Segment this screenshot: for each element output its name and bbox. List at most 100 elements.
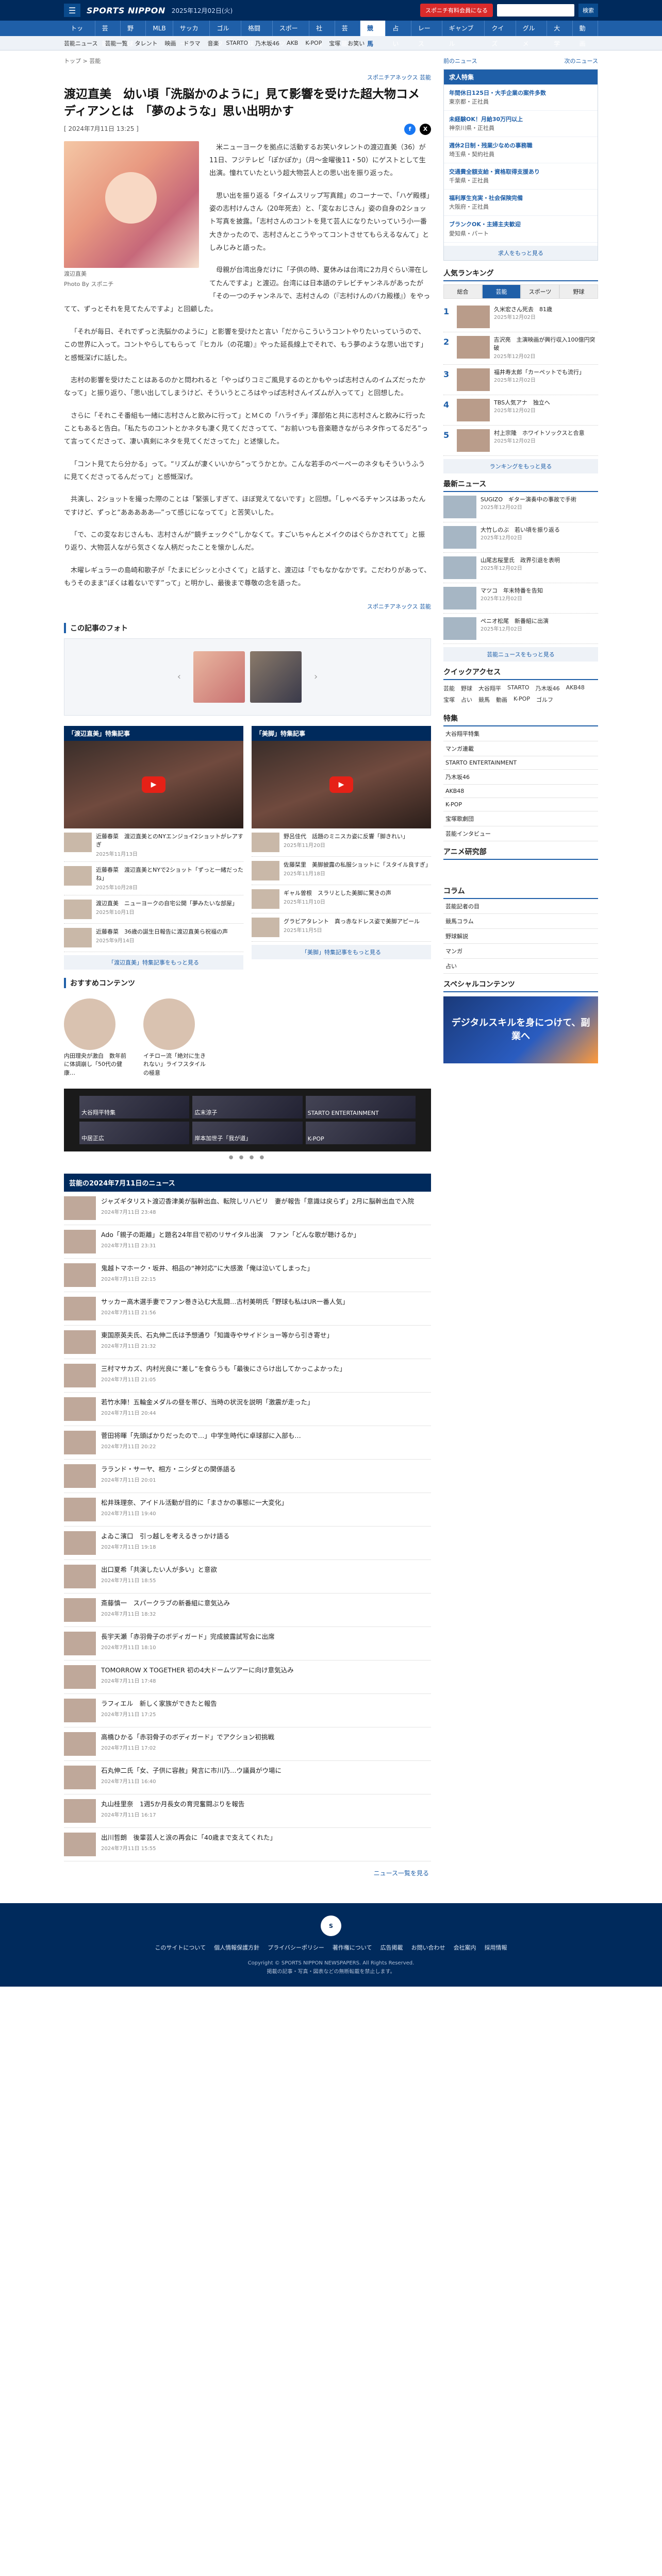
- news-item-thumb[interactable]: [64, 1364, 96, 1388]
- subnav-item[interactable]: 映画: [164, 39, 176, 47]
- recommend-item[interactable]: イチロー流「絶対に生きれない」ライフスタイルの極意: [143, 998, 210, 1078]
- feature-item-thumb[interactable]: [64, 899, 92, 919]
- feature-item-thumb[interactable]: [64, 866, 92, 886]
- carousel-item[interactable]: 広末涼子: [192, 1096, 303, 1119]
- nav-item[interactable]: 社会: [309, 21, 335, 47]
- news-item[interactable]: 東国原英夫氏、石丸伸二氏は予想通り「知識寺やサイドショー等から引き寄せ」 2024…: [64, 1326, 431, 1360]
- latest-news-title[interactable]: 山尾志桜里氏 政界引退を表明: [481, 556, 560, 565]
- feature-link[interactable]: マンガ連載: [443, 741, 598, 756]
- news-item-title[interactable]: 斎藤慎一 スパークラブの新番組に意気込み: [101, 1598, 230, 1608]
- news-item-title[interactable]: ラランド・サーヤ、相方・ニシダとの関係語る: [101, 1464, 236, 1474]
- latest-news-item[interactable]: ペニオ松尾 新番組に出演 2025年12月02日: [443, 614, 598, 644]
- gallery-thumb[interactable]: [193, 651, 245, 703]
- nav-item[interactable]: スポーツ: [273, 21, 310, 47]
- nav-item[interactable]: グルメ: [516, 21, 548, 47]
- job-title[interactable]: 未経験OK！月給30万円以上: [449, 115, 592, 124]
- feature-item[interactable]: ギャル曽根 スラリとした美脚に驚きの声 2025年11月10日: [252, 885, 431, 913]
- subnav-item[interactable]: 音楽: [207, 39, 219, 47]
- footer-logo-icon[interactable]: S: [321, 1916, 341, 1937]
- column-link[interactable]: 競馬コラム: [443, 914, 598, 929]
- latest-news-thumb[interactable]: [443, 526, 476, 549]
- nav-item[interactable]: ゴルフ: [210, 21, 242, 47]
- news-item-thumb[interactable]: [64, 1230, 96, 1254]
- news-item-thumb[interactable]: [64, 1732, 96, 1756]
- news-item[interactable]: 丸山桂里奈 1週5か月長女の育児奮闘ぶりを報告 2024年7月11日 16:17: [64, 1794, 431, 1828]
- subnav-item[interactable]: 芸能一覧: [105, 39, 127, 47]
- column-link[interactable]: 芸能記者の目: [443, 899, 598, 914]
- latest-news-title[interactable]: 大竹しのぶ 若い頃を振り返る: [481, 526, 560, 535]
- nav-item[interactable]: 芸能: [335, 21, 360, 47]
- feature-link[interactable]: 乃木坂46: [443, 770, 598, 785]
- jobs-more-link[interactable]: 求人をもっと見る: [444, 245, 598, 260]
- job-item[interactable]: 交通費全額支給・資格取得支援あり 千葉県・正社員: [444, 163, 598, 190]
- subnav-item[interactable]: AKB: [287, 40, 298, 46]
- news-item[interactable]: 斎藤慎一 スパークラブの新番組に意気込み 2024年7月11日 18:32: [64, 1594, 431, 1628]
- menu-icon[interactable]: ☰: [64, 4, 80, 17]
- job-title[interactable]: 交通費全額支給・資格取得支援あり: [449, 167, 592, 176]
- footer-link[interactable]: 採用情報: [485, 1943, 507, 1952]
- feature-item[interactable]: 近藤春菜 36歳の誕生日報告に渡辺直美ら祝福の声 2025年9月14日: [64, 924, 243, 952]
- feature-link[interactable]: 大谷翔平特集: [443, 726, 598, 741]
- job-item[interactable]: 年間休日125日・大手企業の案件多数 東京都・正社員: [444, 84, 598, 111]
- play-icon[interactable]: ▶: [329, 776, 353, 793]
- news-item[interactable]: 石丸伸二氏「女、子供に容赦」発言に市川乃…ウ議員がウ場に 2024年7月11日 1…: [64, 1761, 431, 1795]
- news-item-title[interactable]: ラフィエル 新しく家族ができたと報告: [101, 1699, 217, 1708]
- news-item-title[interactable]: 石丸伸二氏「女、子供に容赦」発言に市川乃…ウ議員がウ場に: [101, 1766, 282, 1775]
- job-title[interactable]: 週休2日制・残業少なめの事務職: [449, 141, 592, 150]
- news-item[interactable]: TOMORROW X TOGETHER 初の4大ドームツアーに向け意気込み 202…: [64, 1660, 431, 1694]
- carousel-item[interactable]: 岸本加世子「我が道」: [192, 1122, 303, 1145]
- news-item-title[interactable]: 松井珠理奈、アイドル活動が目的に「まさかの事態に一大変化」: [101, 1498, 288, 1507]
- ranking-title[interactable]: 福井寿太郎「カーペットでも流行」: [494, 368, 585, 377]
- news-item-title[interactable]: 若竹水陣！五輪金メダルの昼を帯び、当時の状況を説明「激震が走った」: [101, 1397, 314, 1407]
- ranking-title[interactable]: 吉沢亮 主演映画が興行収入100億円突破: [494, 336, 598, 353]
- news-item-thumb[interactable]: [64, 1598, 96, 1622]
- news-item-thumb[interactable]: [64, 1464, 96, 1488]
- feature-item-title[interactable]: 近藤春菜 渡辺直美とNYで2ショット「ずっと一緒だったね」: [96, 866, 243, 883]
- recommend-title[interactable]: イチロー流「絶対に生きれない」ライフスタイルの極意: [143, 1052, 210, 1078]
- job-item[interactable]: 週休2日制・残業少なめの事務職 埼玉県・契約社員: [444, 137, 598, 164]
- nav-item[interactable]: 競馬: [360, 21, 386, 47]
- latest-news-item[interactable]: マツコ 年末特番を告知 2025年12月02日: [443, 583, 598, 614]
- carousel-item[interactable]: 大谷翔平特集: [79, 1096, 190, 1119]
- news-item-thumb[interactable]: [64, 1799, 96, 1823]
- news-item-thumb[interactable]: [64, 1498, 96, 1522]
- feature-item-title[interactable]: 佐藤栞里 美脚披露の私服ショットに「スタイル良すぎ」: [284, 861, 431, 870]
- quick-link[interactable]: 大谷翔平: [478, 684, 501, 692]
- article-source[interactable]: スポニチアネックス 芸能: [64, 71, 431, 83]
- subnav-item[interactable]: お笑い: [347, 39, 365, 47]
- news-item-thumb[interactable]: [64, 1297, 96, 1321]
- news-item-title[interactable]: 三村マサカズ、内村光良に“差し”を食らうも「最後にさらけ出してかっこよかった」: [101, 1364, 346, 1374]
- footer-link[interactable]: このサイトについて: [155, 1943, 206, 1952]
- nav-item[interactable]: MLB: [146, 21, 173, 36]
- feature-link[interactable]: 宝塚歌劇団: [443, 811, 598, 826]
- ranking-more-link[interactable]: ランキングをもっと見る: [443, 459, 598, 473]
- news-item-thumb[interactable]: [64, 1531, 96, 1555]
- quick-link[interactable]: 野球: [461, 684, 472, 692]
- ranking-title[interactable]: 久米宏さん死去 81歳: [494, 306, 552, 314]
- news-item-thumb[interactable]: [64, 1833, 96, 1857]
- column-link[interactable]: 野球解説: [443, 929, 598, 944]
- nav-item[interactable]: 格闘技: [241, 21, 273, 47]
- ranking-thumb[interactable]: [457, 305, 490, 328]
- subnav-item[interactable]: ドラマ: [183, 39, 200, 47]
- news-item-title[interactable]: 菅田将暉「先頭ばかりだったので…」中学生時代に卓球部に入部も…: [101, 1431, 301, 1440]
- feature-link[interactable]: K-POP: [443, 798, 598, 811]
- news-item-thumb[interactable]: [64, 1196, 96, 1221]
- latest-news-thumb[interactable]: [443, 586, 476, 609]
- news-item-title[interactable]: 長宇天瀬「赤羽骨子のボディガード」完成披露試写会に出席: [101, 1632, 275, 1641]
- ranking-thumb[interactable]: [457, 398, 490, 421]
- quick-link[interactable]: 宝塚: [443, 696, 455, 704]
- ranking-tab[interactable]: 野球: [559, 284, 598, 299]
- recommend-item[interactable]: 内田理央が激白 数年前に体調崩し「50代の健康…: [64, 998, 131, 1078]
- subnav-item[interactable]: K-POP: [305, 40, 322, 46]
- feature-item-title[interactable]: 近藤春菜 渡辺直美とのNYエンジョイ2ショットがレアすぎ: [96, 833, 243, 850]
- feature-item-title[interactable]: 野呂佳代 話題のミニスカ姿に反響「脚きれい」: [284, 833, 408, 841]
- feature-item[interactable]: グラビアタレント 真っ赤なドレス姿で美脚アピール 2025年11月5日: [252, 913, 431, 942]
- news-item[interactable]: 松井珠理奈、アイドル活動が目的に「まさかの事態に一大変化」 2024年7月11日 …: [64, 1493, 431, 1527]
- quick-link[interactable]: 競馬: [478, 696, 490, 704]
- feature-item-thumb[interactable]: [64, 927, 92, 947]
- photo-image[interactable]: [64, 141, 199, 268]
- feature-item-thumb[interactable]: [64, 832, 92, 852]
- quick-link[interactable]: AKB48: [566, 684, 585, 692]
- nav-item[interactable]: サッカー: [173, 21, 210, 47]
